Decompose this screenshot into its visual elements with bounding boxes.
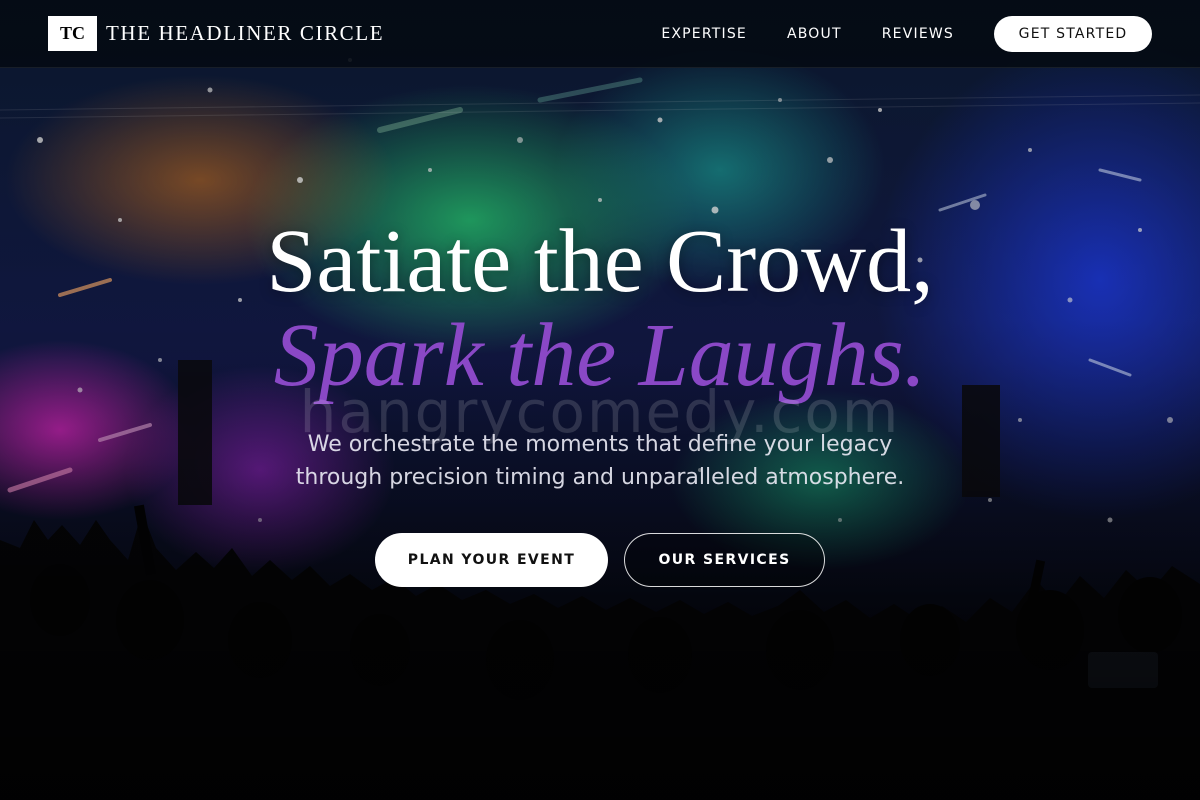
nav-link-about[interactable]: ABOUT bbox=[787, 26, 842, 42]
hero-content: Satiate the Crowd, Spark the Laughs. han… bbox=[0, 0, 1200, 800]
brand-name: THE HEADLINER CIRCLE bbox=[106, 21, 385, 45]
brand-logo-link[interactable]: TC THE HEADLINER CIRCLE bbox=[48, 16, 384, 51]
get-started-button[interactable]: GET STARTED bbox=[994, 15, 1152, 52]
hero-subtitle: We orchestrate the moments that define y… bbox=[260, 428, 940, 494]
plan-your-event-button[interactable]: PLAN YOUR EVENT bbox=[375, 533, 608, 587]
nav-link-expertise[interactable]: EXPERTISE bbox=[661, 26, 747, 42]
nav-links: EXPERTISE ABOUT REVIEWS GET STARTED bbox=[661, 15, 1152, 52]
top-navbar: TC THE HEADLINER CIRCLE EXPERTISE ABOUT … bbox=[0, 0, 1200, 68]
our-services-button[interactable]: OUR SERVICES bbox=[624, 533, 825, 587]
hero-section: Satiate the Crowd, Spark the Laughs. han… bbox=[0, 0, 1200, 800]
logo-mark: TC bbox=[48, 16, 97, 51]
hero-subtitle-line-2: through precision timing and unparallele… bbox=[295, 465, 905, 490]
hero-headline: Satiate the Crowd, bbox=[266, 212, 934, 311]
nav-link-reviews[interactable]: REVIEWS bbox=[882, 26, 954, 42]
hero-subtitle-line-1: We orchestrate the moments that define y… bbox=[307, 432, 893, 457]
